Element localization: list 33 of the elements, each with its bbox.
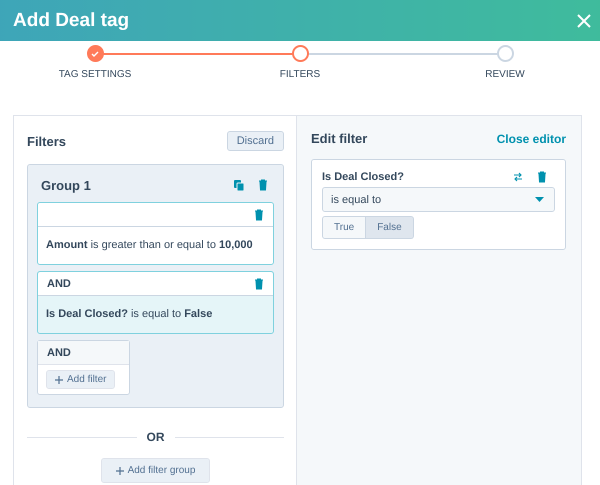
step-label: TAG SETTINGS xyxy=(58,69,132,80)
filter-card[interactable]: Amount is greater than or equal to 10,000 xyxy=(37,202,274,265)
connector-label: AND xyxy=(47,278,71,290)
panel-title: Edit filter xyxy=(311,131,368,146)
panel-title: Filters xyxy=(27,134,66,148)
operator-dropdown[interactable]: is equal to xyxy=(322,187,555,212)
swap-icon[interactable] xyxy=(513,172,523,182)
caret-icon xyxy=(535,197,544,202)
or-divider-label: OR xyxy=(146,430,164,444)
step-label: FILTERS xyxy=(280,69,320,80)
connector-label: AND xyxy=(47,346,71,358)
close-button[interactable] xyxy=(576,12,592,28)
property-name: Is Deal Closed? xyxy=(322,171,404,183)
delete-icon[interactable] xyxy=(258,179,268,191)
value-toggle[interactable]: False xyxy=(366,216,414,239)
copy-icon[interactable] xyxy=(234,180,244,190)
close-editor-link[interactable]: Close editor xyxy=(496,132,566,146)
filter-card[interactable]: AND Is Deal Closed? is equal to False xyxy=(37,271,274,334)
delete-icon[interactable] xyxy=(254,278,264,290)
check-icon xyxy=(91,50,99,58)
discard-button[interactable]: Discard xyxy=(226,131,284,151)
value-toggle[interactable]: True xyxy=(322,216,366,239)
plus-icon xyxy=(116,466,124,474)
add-filter-button[interactable]: Add filter xyxy=(46,370,116,389)
dialog-title: Add Deal tag xyxy=(13,10,130,32)
add-filter-group-button[interactable]: Add filter group xyxy=(100,458,210,483)
filter-description: Amount is greater than or equal to 10,000 xyxy=(45,238,254,253)
step-label: REVIEW xyxy=(485,69,525,80)
delete-icon[interactable] xyxy=(254,208,264,220)
filter-description: Is Deal Closed? is equal to False xyxy=(45,307,214,322)
group-title: Group 1 xyxy=(41,178,91,192)
plus-icon xyxy=(55,376,63,384)
delete-icon[interactable] xyxy=(537,171,547,183)
